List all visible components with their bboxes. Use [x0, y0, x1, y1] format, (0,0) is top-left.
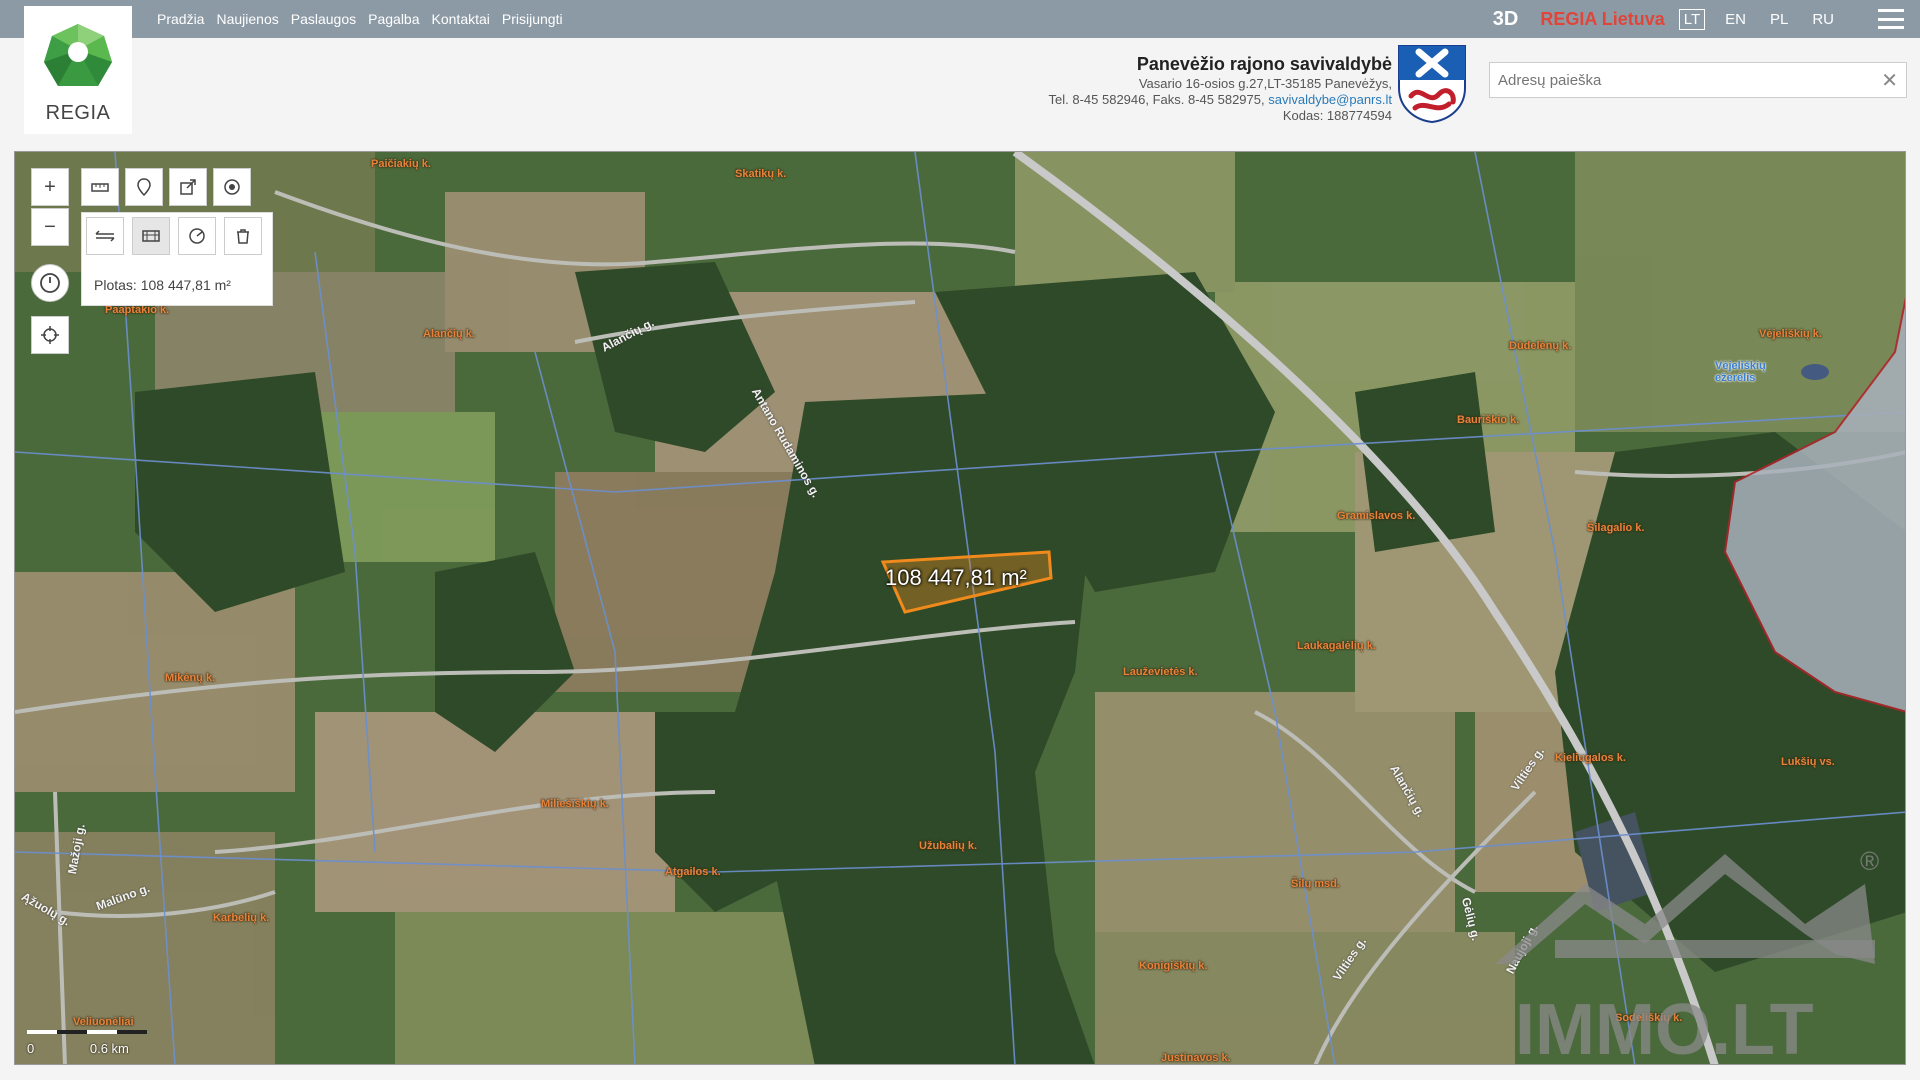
place-label: Miliešiškių k. [541, 798, 609, 810]
measure-line-icon [95, 230, 115, 242]
measure-panel: Plotas: 108 447,81 m² [81, 212, 273, 306]
municipality-address: Vasario 16-osios g.27,LT-35185 Panevėžys… [1138, 76, 1392, 91]
measure-result: Plotas: 108 447,81 m² [94, 277, 231, 293]
measure-circle-button[interactable] [178, 217, 216, 255]
municipality-email[interactable]: savivaldybe@panrs.lt [1268, 92, 1392, 107]
regia-logo-icon [44, 24, 112, 86]
registered-mark: ® [1860, 846, 1879, 876]
immo-logo-icon: IMMO.LT ® [1495, 846, 1879, 1064]
lang-lt[interactable]: LT [1678, 8, 1706, 30]
place-label: Alančių k. [423, 328, 475, 340]
place-label: Šilagalio k. [1587, 522, 1645, 534]
measure-line-button[interactable] [86, 217, 124, 255]
place-label: Lukšių vs. [1781, 756, 1835, 768]
place-label: Vėjeliškių k. [1759, 328, 1822, 340]
locate-icon [224, 179, 240, 195]
nav-prisijungti[interactable]: Prisijungti [502, 11, 563, 27]
place-label: Kieliugalos k. [1555, 752, 1626, 764]
place-label: Užubalių k. [919, 840, 978, 852]
zoom-in-button[interactable]: + [31, 168, 69, 206]
place-label: Lauževietės k. [1123, 666, 1198, 678]
share-button[interactable] [169, 168, 207, 206]
scale-bar-graphic [27, 1030, 147, 1034]
minus-icon: − [44, 215, 56, 238]
scale-distance: 0.6 km [89, 1041, 129, 1056]
locate-button[interactable] [213, 168, 251, 206]
top-right-controls: 3D REGIA Lietuva LT EN PL RU [1493, 0, 1920, 38]
place-label: Šilų msd. [1291, 878, 1340, 890]
clear-search-icon[interactable]: ✕ [1881, 68, 1898, 93]
place-label: Mikėnų k. [165, 672, 216, 684]
municipality-phone: Tel. 8-45 582946, Faks. 8-45 582975, [1048, 92, 1269, 107]
place-label: Laukagalėlių k. [1297, 640, 1376, 652]
nav-naujienos[interactable]: Naujienos [216, 11, 278, 27]
regia-logo-text: REGIA [45, 102, 111, 124]
crosshair-icon [41, 326, 59, 344]
municipality-info: Panevėžio rajono savivaldybė Vasario 16-… [1049, 54, 1392, 124]
municipality-code: Kodas: 188774594 [1282, 108, 1392, 123]
top-nav-bar: Pradžia Naujienos Paslaugos Pagalba Kont… [0, 0, 1920, 38]
address-search-input[interactable] [1490, 63, 1876, 97]
trash-icon [237, 229, 249, 244]
main-nav: Pradžia Naujienos Paslaugos Pagalba Kont… [157, 0, 575, 38]
marker-icon [137, 178, 151, 197]
zoom-out-button[interactable]: − [31, 208, 69, 246]
place-label: Dūdelėnų k. [1509, 340, 1572, 352]
regia-logo[interactable]: REGIA [24, 6, 132, 134]
marker-tool-button[interactable] [125, 168, 163, 206]
place-label: Skatikų k. [735, 168, 787, 180]
lang-pl[interactable]: PL [1766, 10, 1792, 29]
scale-bar: 0 0.6 km [27, 1026, 147, 1056]
measure-tool-button[interactable] [81, 168, 119, 206]
history-button[interactable] [31, 264, 69, 302]
nav-pradzia[interactable]: Pradžia [157, 11, 204, 27]
delete-measure-button[interactable] [224, 217, 262, 255]
place-label: Atgailos k. [665, 866, 721, 878]
ruler-icon [91, 183, 109, 192]
place-label: Gramislavos k. [1337, 510, 1416, 522]
map-view[interactable]: Paičiakių k. Skatikų k. Paaptakio k. Ala… [14, 151, 1906, 1065]
plus-icon: + [44, 175, 56, 198]
scale-zero: 0 [27, 1041, 35, 1056]
coat-of-arms-icon [1398, 45, 1466, 124]
immo-logo-text: IMMO.LT [1515, 990, 1814, 1064]
place-label: Paičiakių k. [371, 158, 431, 170]
nav-paslaugos[interactable]: Paslaugos [291, 11, 356, 27]
nav-kontaktai[interactable]: Kontaktai [432, 11, 490, 27]
place-label: Justinavos k. [1161, 1052, 1231, 1064]
regia-lietuva-link[interactable]: REGIA Lietuva [1540, 9, 1664, 30]
address-search: ✕ [1489, 62, 1907, 98]
place-label: Bauriškio k. [1457, 414, 1520, 426]
lang-ru[interactable]: RU [1808, 10, 1838, 29]
municipality-contacts: Tel. 8-45 582946, Faks. 8-45 582975, sav… [1049, 92, 1392, 108]
lang-en[interactable]: EN [1721, 10, 1750, 29]
area-measurement-label: 108 447,81 m² [885, 565, 1027, 590]
place-label: Karbelių k. [213, 912, 270, 924]
lake-label: Vėjeliškių ežerėlis [1715, 360, 1766, 384]
measure-circle-icon [189, 228, 205, 244]
place-label: Konigiškių k. [1139, 960, 1208, 972]
measure-area-icon [142, 230, 160, 242]
3d-button[interactable]: 3D [1493, 8, 1519, 31]
history-icon [40, 273, 60, 293]
hamburger-menu-icon[interactable] [1878, 9, 1904, 29]
crosshair-button[interactable] [31, 316, 69, 354]
measure-area-button[interactable] [132, 217, 170, 255]
immo-watermark: IMMO.LT ® [1475, 844, 1895, 1064]
municipality-title: Panevėžio rajono savivaldybė [1136, 54, 1392, 74]
share-icon [180, 179, 196, 195]
nav-pagalba[interactable]: Pagalba [368, 11, 419, 27]
